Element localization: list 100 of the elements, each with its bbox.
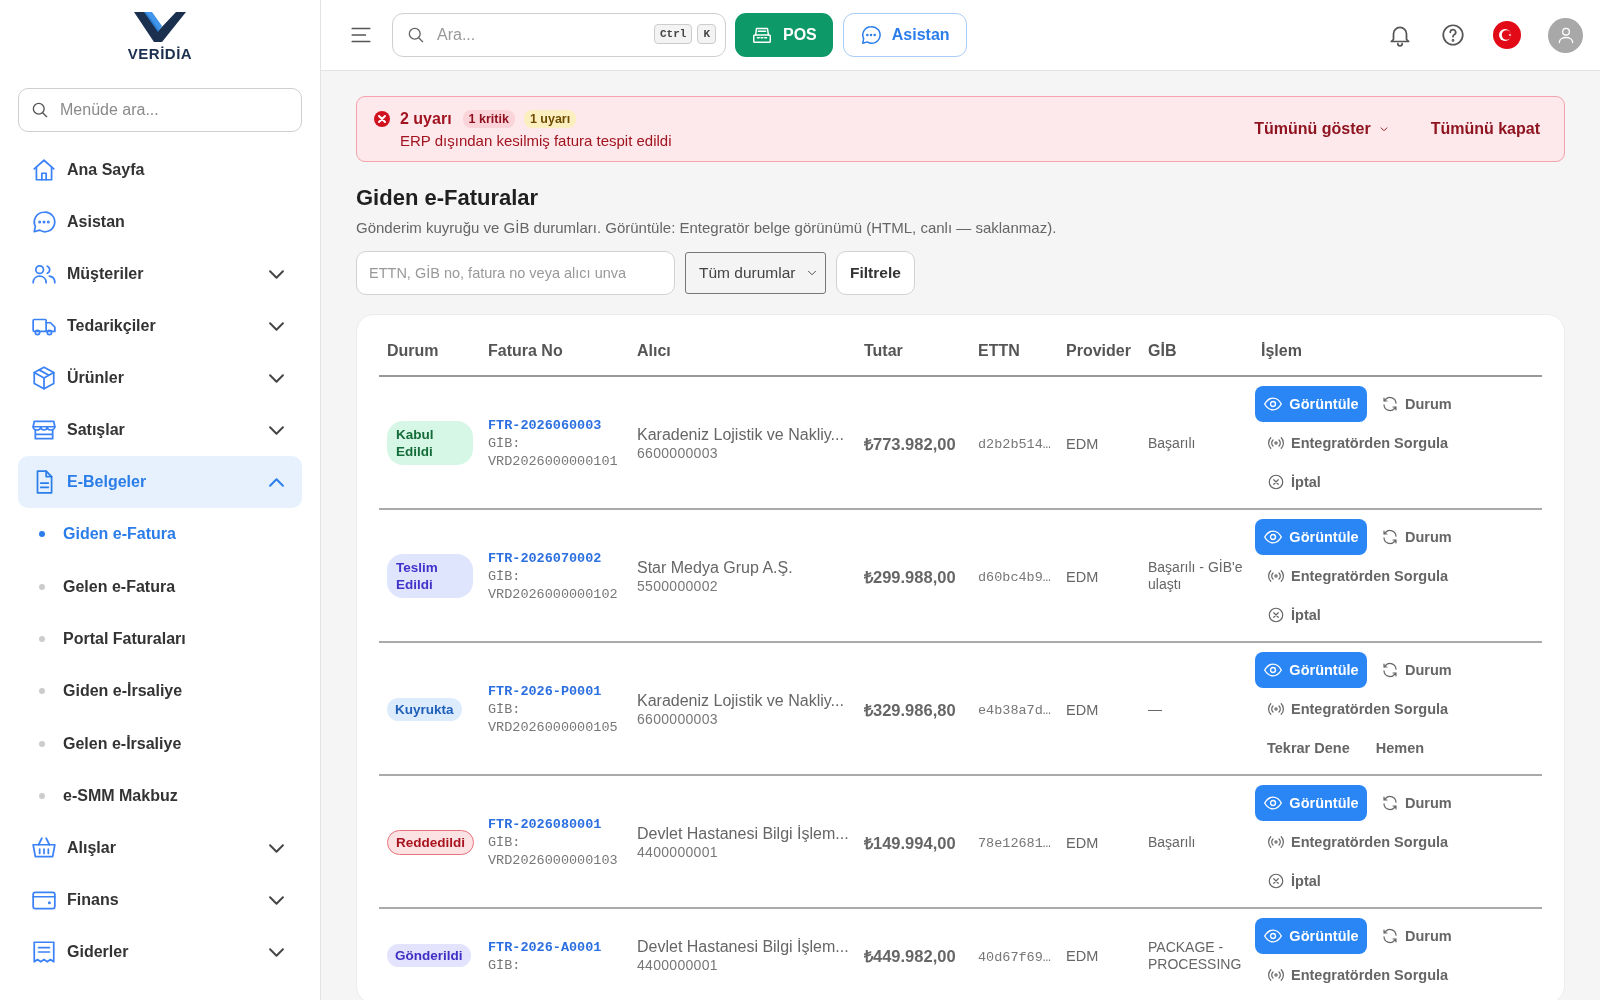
- status-button[interactable]: Durum: [1369, 519, 1464, 555]
- amount-text: ₺299.988,00: [864, 567, 956, 586]
- cancel-circle-icon: [1267, 473, 1285, 491]
- nav-item[interactable]: Müşteriler: [18, 248, 302, 300]
- amount-text: ₺449.982,00: [864, 947, 956, 965]
- nav-item[interactable]: Tedarikçiler: [18, 300, 302, 352]
- nav-subitem[interactable]: Portal Faturaları: [18, 612, 302, 666]
- recipient-name: Karadeniz Lojistik ve Nakliy...: [637, 691, 845, 710]
- query-button[interactable]: Entegratörden Sorgula: [1255, 691, 1461, 727]
- refresh-icon: [1381, 395, 1399, 413]
- tax-number: 5500000002: [637, 577, 719, 594]
- alert-count-badge: 1 kritik: [462, 109, 515, 128]
- chevron-down-icon: [269, 269, 284, 279]
- ettn-text: e4b38a7d…: [978, 703, 1051, 718]
- nav-item[interactable]: Asistan: [18, 196, 302, 248]
- close-all-button[interactable]: Tümünü kapat: [1430, 120, 1540, 138]
- invoice-link[interactable]: FTR-2026-A0001: [488, 939, 602, 955]
- nav-subitem[interactable]: Gelen e-Fatura: [18, 560, 302, 613]
- ettn-text: 40d67f69…: [978, 949, 1051, 965]
- amount-text: ₺149.994,00: [864, 833, 956, 852]
- signal-icon: [1267, 700, 1285, 718]
- chevron-up-icon: [269, 477, 284, 487]
- gib-number: GİB: VRD2026000000105: [488, 701, 618, 737]
- view-button[interactable]: Görüntüle: [1255, 386, 1367, 422]
- column-header: İşlem: [1261, 342, 1302, 359]
- recipient-name: Karadeniz Lojistik ve Nakliy...: [637, 425, 845, 444]
- chevron-down-icon: [269, 425, 284, 435]
- nav-subitem[interactable]: Giden e-İrsaliye: [18, 665, 302, 718]
- invoice-link[interactable]: FTR-2026060003: [488, 418, 602, 433]
- view-button[interactable]: Görüntüle: [1255, 652, 1367, 688]
- status-button[interactable]: Durum: [1369, 652, 1464, 688]
- nav-item[interactable]: Satışlar: [18, 404, 302, 456]
- tax-number: 4400000001: [637, 843, 719, 860]
- nav-subitem[interactable]: Gelen e-İrsaliye: [18, 717, 302, 770]
- status-select[interactable]: Tüm durumlar: [685, 252, 826, 294]
- status-badge: Kuyrukta: [387, 697, 462, 721]
- error-icon: [373, 109, 391, 128]
- receipt-icon: [31, 939, 57, 966]
- pos-button[interactable]: POS: [735, 13, 833, 57]
- gib-number: GİB: VRD2026000000101: [488, 435, 618, 471]
- show-all-button[interactable]: Tümünü göster: [1254, 120, 1391, 138]
- provider-text: EDM: [1066, 701, 1099, 718]
- gib-number: GİB:: [488, 956, 522, 975]
- gib-status-text: Başarılı - GİB'e ulaştı: [1148, 559, 1244, 593]
- provider-text: EDM: [1066, 568, 1099, 585]
- flag-icon[interactable]: [1493, 21, 1521, 49]
- cancel-circle-icon: [1267, 872, 1285, 890]
- status-badge: Gönderildi: [387, 944, 471, 967]
- logo-text: VERİDİA: [127, 45, 193, 62]
- nav-item[interactable]: Ürünler: [18, 352, 302, 404]
- action-button[interactable]: Tekrar Dene: [1255, 730, 1362, 766]
- nav-item[interactable]: Alışlar: [18, 822, 302, 875]
- query-button[interactable]: Entegratörden Sorgula: [1255, 824, 1461, 860]
- page-subtitle: Gönderim kuyruğu ve GİB durumları. Görüntüle: Entegratör belge görünümü (HTML, canlı — saklanmaz).: [356, 219, 1058, 236]
- cancel-button[interactable]: İptal: [1255, 863, 1333, 899]
- home-icon: [31, 157, 57, 183]
- column-header: Provider: [1066, 342, 1131, 359]
- nav-subitem[interactable]: e-SMM Makbuz: [18, 769, 302, 823]
- column-header: ETTN: [978, 342, 1020, 359]
- nav-item[interactable]: Ana Sayfa: [18, 144, 302, 196]
- nav-subitem[interactable]: Giden e-Fatura: [18, 508, 302, 561]
- search-icon: [406, 25, 426, 45]
- nav-item[interactable]: Finans: [18, 874, 302, 927]
- amount-text: ₺329.986,80: [864, 700, 956, 719]
- signal-icon: [1267, 567, 1285, 585]
- refresh-icon: [1381, 927, 1399, 945]
- view-button[interactable]: Görüntüle: [1255, 519, 1367, 555]
- action-button[interactable]: Hemen: [1363, 730, 1437, 766]
- assistant-button[interactable]: Asistan: [842, 13, 967, 57]
- tax-number: 6600000003: [637, 444, 719, 461]
- status-button[interactable]: Durum: [1369, 918, 1464, 954]
- invoice-link[interactable]: FTR-2026-P0001: [488, 684, 602, 699]
- store-icon: [31, 417, 57, 443]
- cancel-button[interactable]: İptal: [1255, 597, 1333, 633]
- filter-search-field[interactable]: ETTN, GİB no, fatura no veya alıcı unva: [356, 251, 675, 295]
- cancel-button[interactable]: İptal: [1255, 464, 1333, 500]
- signal-icon: [1267, 966, 1285, 984]
- filter-button[interactable]: Filtrele: [836, 251, 915, 295]
- gib-status-text: —: [1148, 700, 1163, 718]
- box-icon: [31, 365, 57, 391]
- view-button[interactable]: Görüntüle: [1255, 785, 1367, 821]
- status-badge: Reddedildi: [387, 829, 474, 855]
- status-button[interactable]: Durum: [1369, 386, 1464, 422]
- chat-bubble-icon: [31, 209, 57, 235]
- recipient-name: Devlet Hastanesi Bilgi İşlem...: [637, 824, 848, 843]
- recipient-name: Star Medya Grup A.Ş.: [637, 558, 794, 577]
- column-header: GİB: [1148, 342, 1177, 359]
- query-button[interactable]: Entegratörden Sorgula: [1255, 558, 1461, 594]
- gib-status-text: Başarılı: [1148, 434, 1197, 452]
- query-button[interactable]: Entegratörden Sorgula: [1255, 425, 1461, 461]
- query-button[interactable]: Entegratörden Sorgula: [1255, 957, 1461, 993]
- invoice-link[interactable]: FTR-2026070002: [488, 551, 602, 566]
- amount-text: ₺773.982,00: [864, 434, 956, 453]
- column-header: Fatura No: [488, 342, 563, 359]
- menu-search-field[interactable]: Menüde ara...: [18, 88, 302, 132]
- nav-item[interactable]: Giderler: [18, 926, 302, 979]
- invoice-link[interactable]: FTR-2026080001: [488, 817, 602, 832]
- view-button[interactable]: Görüntüle: [1255, 918, 1367, 954]
- status-button[interactable]: Durum: [1369, 785, 1464, 821]
- nav-item[interactable]: E-Belgeler: [18, 456, 302, 508]
